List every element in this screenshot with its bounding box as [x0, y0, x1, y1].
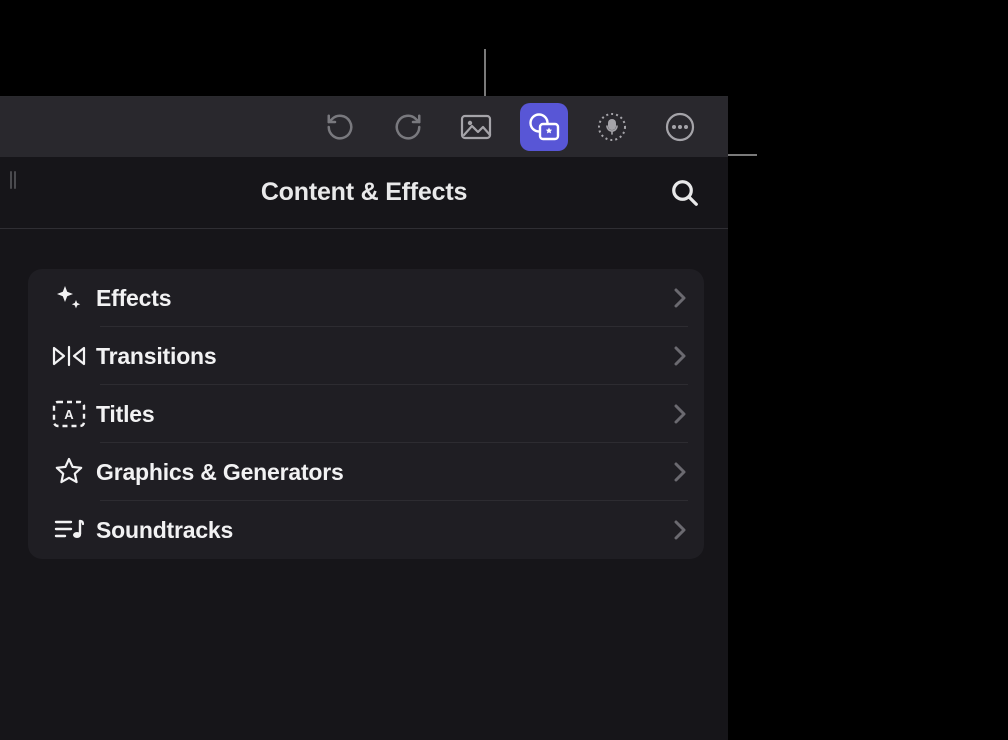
voiceover-icon [596, 111, 628, 143]
category-graphics-generators[interactable]: Graphics & Generators [28, 443, 704, 501]
sparkles-icon [42, 282, 96, 314]
more-icon [664, 111, 696, 143]
panel-title: Content & Effects [0, 178, 728, 207]
soundtracks-icon [42, 516, 96, 544]
content-effects-icon [527, 112, 561, 142]
svg-text:A: A [64, 407, 74, 422]
category-label: Soundtracks [96, 517, 674, 544]
titles-icon: A [42, 400, 96, 428]
chevron-right-icon [674, 346, 686, 366]
redo-button[interactable] [384, 103, 432, 151]
more-button[interactable] [656, 103, 704, 151]
chevron-right-icon [674, 404, 686, 424]
category-soundtracks[interactable]: Soundtracks [28, 501, 704, 559]
category-transitions[interactable]: Transitions [28, 327, 704, 385]
photo-icon [460, 114, 492, 140]
drag-handle-icon [10, 171, 16, 189]
undo-icon [325, 112, 355, 142]
category-titles[interactable]: A Titles [28, 385, 704, 443]
content-effects-panel: Content & Effects Effects [0, 96, 728, 740]
redo-icon [393, 112, 423, 142]
photos-tab-button[interactable] [452, 103, 500, 151]
undo-button[interactable] [316, 103, 364, 151]
content-effects-tab-button[interactable] [520, 103, 568, 151]
transitions-icon [42, 345, 96, 367]
category-effects[interactable]: Effects [28, 269, 704, 327]
search-icon [670, 178, 700, 208]
star-icon [42, 457, 96, 487]
category-label: Transitions [96, 343, 674, 370]
category-label: Effects [96, 285, 674, 312]
voiceover-button[interactable] [588, 103, 636, 151]
category-label: Titles [96, 401, 674, 428]
categories-list-wrap: Effects Transitions [0, 229, 728, 559]
toolbar [0, 97, 728, 157]
chevron-right-icon [674, 462, 686, 482]
chevron-right-icon [674, 288, 686, 308]
categories-list: Effects Transitions [28, 269, 704, 559]
chevron-right-icon [674, 520, 686, 540]
search-button[interactable] [670, 178, 700, 208]
panel-header: Content & Effects [0, 157, 728, 229]
category-label: Graphics & Generators [96, 459, 674, 486]
